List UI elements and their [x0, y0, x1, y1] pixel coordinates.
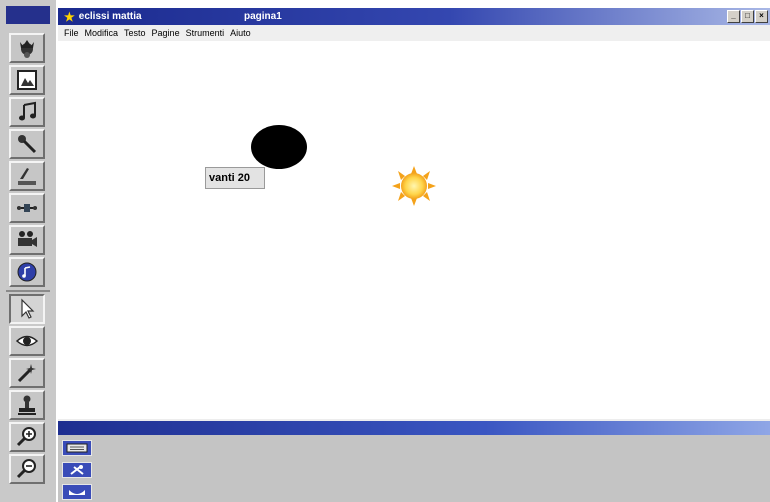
scanner-tool-button[interactable] [9, 161, 45, 191]
image-icon [17, 70, 37, 90]
sound-tool-button[interactable] [9, 257, 45, 287]
character-icon [20, 40, 34, 58]
minimize-button[interactable]: _ [727, 10, 740, 23]
microphone-tool-button[interactable] [9, 129, 45, 159]
pointer-tool-button[interactable] [9, 294, 45, 324]
pointer-icon [21, 298, 35, 319]
slider-icon [17, 204, 37, 212]
sound-icon [17, 262, 37, 282]
video-tool-button[interactable] [9, 225, 45, 255]
image-tool-button[interactable] [9, 65, 45, 95]
microphone-icon [18, 135, 37, 154]
avanti-button[interactable]: vanti 20 [205, 167, 265, 189]
app-star-icon: ★ [64, 9, 75, 24]
page-canvas[interactable]: vanti 20 [58, 41, 770, 419]
zoom-out-tool-button[interactable] [9, 454, 45, 484]
close-button[interactable]: × [755, 10, 768, 23]
menu-pagine[interactable]: Pagine [152, 28, 180, 38]
toolbar-separator [6, 290, 50, 292]
keyboard-button[interactable] [62, 440, 92, 456]
menu-modifica[interactable]: Modifica [85, 28, 119, 38]
zoom-out-icon [16, 459, 36, 479]
stamp-icon [18, 395, 36, 415]
tools-icon [70, 465, 84, 475]
menu-testo[interactable]: Testo [124, 28, 146, 38]
window-title-bar: ★ eclissi mattia pagina1 _ □ × [58, 8, 770, 25]
tools-sidebar [0, 0, 56, 502]
video-camera-icon [18, 231, 37, 247]
toolbar-header [6, 6, 50, 24]
magic-wand-tool-button[interactable] [9, 358, 45, 388]
menu-aiuto[interactable]: Aiuto [230, 28, 251, 38]
zoom-in-tool-button[interactable] [9, 422, 45, 452]
bottom-panel-header [58, 421, 770, 435]
music-note-icon [19, 101, 36, 121]
moon-shape[interactable] [251, 125, 307, 169]
character-tool-button[interactable] [9, 33, 45, 63]
maximize-button[interactable]: □ [741, 10, 754, 23]
avanti-button-label: vanti 20 [209, 172, 250, 184]
bottom-panel [58, 419, 770, 502]
sun-icon[interactable] [390, 165, 438, 207]
keyboard-icon [66, 443, 88, 453]
tray-button[interactable] [62, 484, 92, 500]
stamp-tool-button[interactable] [9, 390, 45, 420]
tray-icon [69, 490, 85, 495]
menu-strumenti[interactable]: Strumenti [186, 28, 225, 38]
music-tool-button[interactable] [9, 97, 45, 127]
app-title: eclissi mattia [78, 11, 142, 22]
eye-tool-button[interactable] [9, 326, 45, 356]
tools-button[interactable] [62, 462, 92, 478]
page-title: pagina1 [244, 11, 282, 22]
slider-tool-button[interactable] [9, 193, 45, 223]
magic-wand-icon [17, 364, 36, 383]
scanner-icon [18, 168, 36, 185]
zoom-in-icon [16, 427, 36, 447]
eye-icon [15, 335, 39, 347]
menu-file[interactable]: File [64, 28, 79, 38]
menu-bar: File Modifica Testo Pagine Strumenti Aiu… [58, 25, 770, 41]
window-controls: _ □ × [727, 10, 768, 23]
